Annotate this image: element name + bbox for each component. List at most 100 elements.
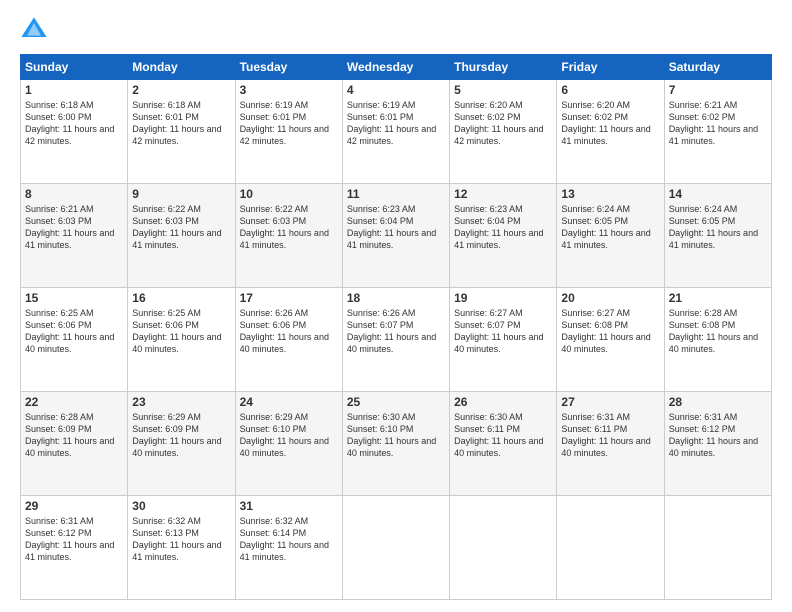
day-info: Sunrise: 6:18 AMSunset: 6:01 PMDaylight:…: [132, 99, 230, 148]
day-number: 27: [561, 395, 659, 409]
day-cell: 11 Sunrise: 6:23 AMSunset: 6:04 PMDaylig…: [342, 184, 449, 288]
day-number: 14: [669, 187, 767, 201]
day-cell: 19 Sunrise: 6:27 AMSunset: 6:07 PMDaylig…: [450, 288, 557, 392]
day-number: 21: [669, 291, 767, 305]
week-row-1: 1 Sunrise: 6:18 AMSunset: 6:00 PMDayligh…: [21, 80, 772, 184]
col-header-sunday: Sunday: [21, 55, 128, 80]
day-number: 8: [25, 187, 123, 201]
col-header-wednesday: Wednesday: [342, 55, 449, 80]
day-info: Sunrise: 6:27 AMSunset: 6:07 PMDaylight:…: [454, 307, 552, 356]
day-cell: 26 Sunrise: 6:30 AMSunset: 6:11 PMDaylig…: [450, 392, 557, 496]
day-number: 4: [347, 83, 445, 97]
day-number: 13: [561, 187, 659, 201]
day-cell: 12 Sunrise: 6:23 AMSunset: 6:04 PMDaylig…: [450, 184, 557, 288]
header: [20, 16, 772, 44]
day-number: 18: [347, 291, 445, 305]
week-row-4: 22 Sunrise: 6:28 AMSunset: 6:09 PMDaylig…: [21, 392, 772, 496]
col-header-thursday: Thursday: [450, 55, 557, 80]
day-cell: [342, 496, 449, 600]
day-info: Sunrise: 6:25 AMSunset: 6:06 PMDaylight:…: [132, 307, 230, 356]
day-cell: 27 Sunrise: 6:31 AMSunset: 6:11 PMDaylig…: [557, 392, 664, 496]
logo: [20, 16, 52, 44]
day-cell: 6 Sunrise: 6:20 AMSunset: 6:02 PMDayligh…: [557, 80, 664, 184]
day-cell: 16 Sunrise: 6:25 AMSunset: 6:06 PMDaylig…: [128, 288, 235, 392]
day-cell: 22 Sunrise: 6:28 AMSunset: 6:09 PMDaylig…: [21, 392, 128, 496]
day-cell: [664, 496, 771, 600]
day-number: 20: [561, 291, 659, 305]
day-number: 19: [454, 291, 552, 305]
day-info: Sunrise: 6:28 AMSunset: 6:09 PMDaylight:…: [25, 411, 123, 460]
day-number: 15: [25, 291, 123, 305]
day-cell: 2 Sunrise: 6:18 AMSunset: 6:01 PMDayligh…: [128, 80, 235, 184]
day-number: 11: [347, 187, 445, 201]
day-info: Sunrise: 6:28 AMSunset: 6:08 PMDaylight:…: [669, 307, 767, 356]
logo-icon: [20, 16, 48, 44]
day-info: Sunrise: 6:18 AMSunset: 6:00 PMDaylight:…: [25, 99, 123, 148]
day-info: Sunrise: 6:25 AMSunset: 6:06 PMDaylight:…: [25, 307, 123, 356]
day-number: 10: [240, 187, 338, 201]
day-info: Sunrise: 6:20 AMSunset: 6:02 PMDaylight:…: [454, 99, 552, 148]
day-cell: 31 Sunrise: 6:32 AMSunset: 6:14 PMDaylig…: [235, 496, 342, 600]
day-cell: 30 Sunrise: 6:32 AMSunset: 6:13 PMDaylig…: [128, 496, 235, 600]
day-cell: 23 Sunrise: 6:29 AMSunset: 6:09 PMDaylig…: [128, 392, 235, 496]
day-cell: 1 Sunrise: 6:18 AMSunset: 6:00 PMDayligh…: [21, 80, 128, 184]
day-number: 5: [454, 83, 552, 97]
day-info: Sunrise: 6:29 AMSunset: 6:09 PMDaylight:…: [132, 411, 230, 460]
day-number: 30: [132, 499, 230, 513]
day-info: Sunrise: 6:19 AMSunset: 6:01 PMDaylight:…: [240, 99, 338, 148]
week-row-3: 15 Sunrise: 6:25 AMSunset: 6:06 PMDaylig…: [21, 288, 772, 392]
day-info: Sunrise: 6:24 AMSunset: 6:05 PMDaylight:…: [669, 203, 767, 252]
day-number: 9: [132, 187, 230, 201]
day-info: Sunrise: 6:31 AMSunset: 6:12 PMDaylight:…: [25, 515, 123, 564]
day-cell: 4 Sunrise: 6:19 AMSunset: 6:01 PMDayligh…: [342, 80, 449, 184]
day-cell: 24 Sunrise: 6:29 AMSunset: 6:10 PMDaylig…: [235, 392, 342, 496]
day-number: 23: [132, 395, 230, 409]
day-cell: 29 Sunrise: 6:31 AMSunset: 6:12 PMDaylig…: [21, 496, 128, 600]
week-row-5: 29 Sunrise: 6:31 AMSunset: 6:12 PMDaylig…: [21, 496, 772, 600]
day-info: Sunrise: 6:19 AMSunset: 6:01 PMDaylight:…: [347, 99, 445, 148]
col-header-friday: Friday: [557, 55, 664, 80]
day-number: 1: [25, 83, 123, 97]
day-cell: 18 Sunrise: 6:26 AMSunset: 6:07 PMDaylig…: [342, 288, 449, 392]
day-cell: 21 Sunrise: 6:28 AMSunset: 6:08 PMDaylig…: [664, 288, 771, 392]
day-cell: 20 Sunrise: 6:27 AMSunset: 6:08 PMDaylig…: [557, 288, 664, 392]
col-header-tuesday: Tuesday: [235, 55, 342, 80]
day-number: 26: [454, 395, 552, 409]
day-cell: 5 Sunrise: 6:20 AMSunset: 6:02 PMDayligh…: [450, 80, 557, 184]
day-cell: 13 Sunrise: 6:24 AMSunset: 6:05 PMDaylig…: [557, 184, 664, 288]
calendar-table: SundayMondayTuesdayWednesdayThursdayFrid…: [20, 54, 772, 600]
col-header-monday: Monday: [128, 55, 235, 80]
day-cell: 8 Sunrise: 6:21 AMSunset: 6:03 PMDayligh…: [21, 184, 128, 288]
day-info: Sunrise: 6:30 AMSunset: 6:11 PMDaylight:…: [454, 411, 552, 460]
day-cell: [557, 496, 664, 600]
day-number: 12: [454, 187, 552, 201]
col-header-saturday: Saturday: [664, 55, 771, 80]
day-info: Sunrise: 6:31 AMSunset: 6:11 PMDaylight:…: [561, 411, 659, 460]
day-cell: 17 Sunrise: 6:26 AMSunset: 6:06 PMDaylig…: [235, 288, 342, 392]
day-info: Sunrise: 6:31 AMSunset: 6:12 PMDaylight:…: [669, 411, 767, 460]
day-cell: 7 Sunrise: 6:21 AMSunset: 6:02 PMDayligh…: [664, 80, 771, 184]
day-number: 31: [240, 499, 338, 513]
day-number: 22: [25, 395, 123, 409]
day-cell: 25 Sunrise: 6:30 AMSunset: 6:10 PMDaylig…: [342, 392, 449, 496]
day-number: 2: [132, 83, 230, 97]
day-info: Sunrise: 6:22 AMSunset: 6:03 PMDaylight:…: [240, 203, 338, 252]
day-info: Sunrise: 6:32 AMSunset: 6:13 PMDaylight:…: [132, 515, 230, 564]
day-info: Sunrise: 6:26 AMSunset: 6:06 PMDaylight:…: [240, 307, 338, 356]
day-info: Sunrise: 6:32 AMSunset: 6:14 PMDaylight:…: [240, 515, 338, 564]
day-info: Sunrise: 6:21 AMSunset: 6:02 PMDaylight:…: [669, 99, 767, 148]
day-number: 29: [25, 499, 123, 513]
day-info: Sunrise: 6:27 AMSunset: 6:08 PMDaylight:…: [561, 307, 659, 356]
day-cell: [450, 496, 557, 600]
day-cell: 10 Sunrise: 6:22 AMSunset: 6:03 PMDaylig…: [235, 184, 342, 288]
day-number: 28: [669, 395, 767, 409]
day-info: Sunrise: 6:23 AMSunset: 6:04 PMDaylight:…: [347, 203, 445, 252]
day-number: 25: [347, 395, 445, 409]
day-info: Sunrise: 6:29 AMSunset: 6:10 PMDaylight:…: [240, 411, 338, 460]
day-number: 24: [240, 395, 338, 409]
day-info: Sunrise: 6:20 AMSunset: 6:02 PMDaylight:…: [561, 99, 659, 148]
day-info: Sunrise: 6:30 AMSunset: 6:10 PMDaylight:…: [347, 411, 445, 460]
page: SundayMondayTuesdayWednesdayThursdayFrid…: [0, 0, 792, 612]
day-number: 7: [669, 83, 767, 97]
day-cell: 14 Sunrise: 6:24 AMSunset: 6:05 PMDaylig…: [664, 184, 771, 288]
